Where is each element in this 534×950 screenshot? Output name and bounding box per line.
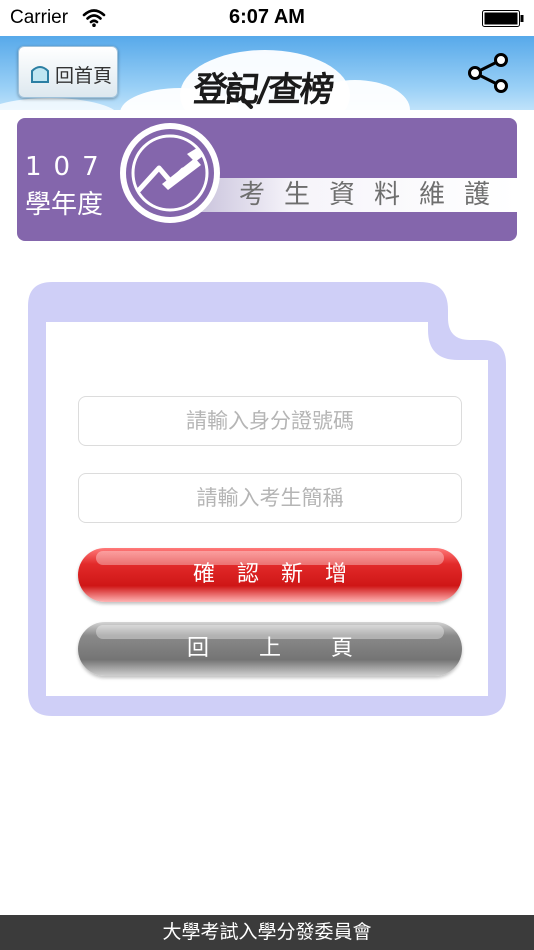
home-button-label: 回首頁 [55,65,113,87]
app-header: 回首頁 登記/查榜 [0,36,534,110]
confirm-add-button[interactable]: 確認新增 [78,548,462,602]
cloud-decoration [0,98,120,110]
confirm-add-label: 確認新增 [192,562,369,587]
banner-term: 學年度 [25,190,104,220]
logo-text: 登記/查榜 [191,70,335,110]
id-number-input[interactable] [78,396,462,446]
status-bar: Carrier 6:07 AM [0,0,534,36]
footer-text: 大學考試入學分發委員會 [162,921,372,943]
banner-year: 107 [25,152,111,182]
home-icon [31,66,49,83]
examinee-name-input[interactable] [78,473,462,523]
footer: 大學考試入學分發委員會 [0,915,534,950]
page-title: 考生資料維護 [239,180,510,210]
pen-emblem-icon [120,123,220,223]
home-button[interactable]: 回首頁 [18,46,118,98]
page-banner: 107 學年度 考生資料維護 [17,118,517,241]
share-icon[interactable] [464,52,512,94]
magnifier-icon [226,82,253,109]
app-logo: 登記/查榜 [186,46,366,110]
back-button-label: 回上頁 [186,636,403,661]
status-time: 6:07 AM [229,6,305,28]
back-button[interactable]: 回上頁 [78,622,462,676]
battery-icon [482,10,524,27]
